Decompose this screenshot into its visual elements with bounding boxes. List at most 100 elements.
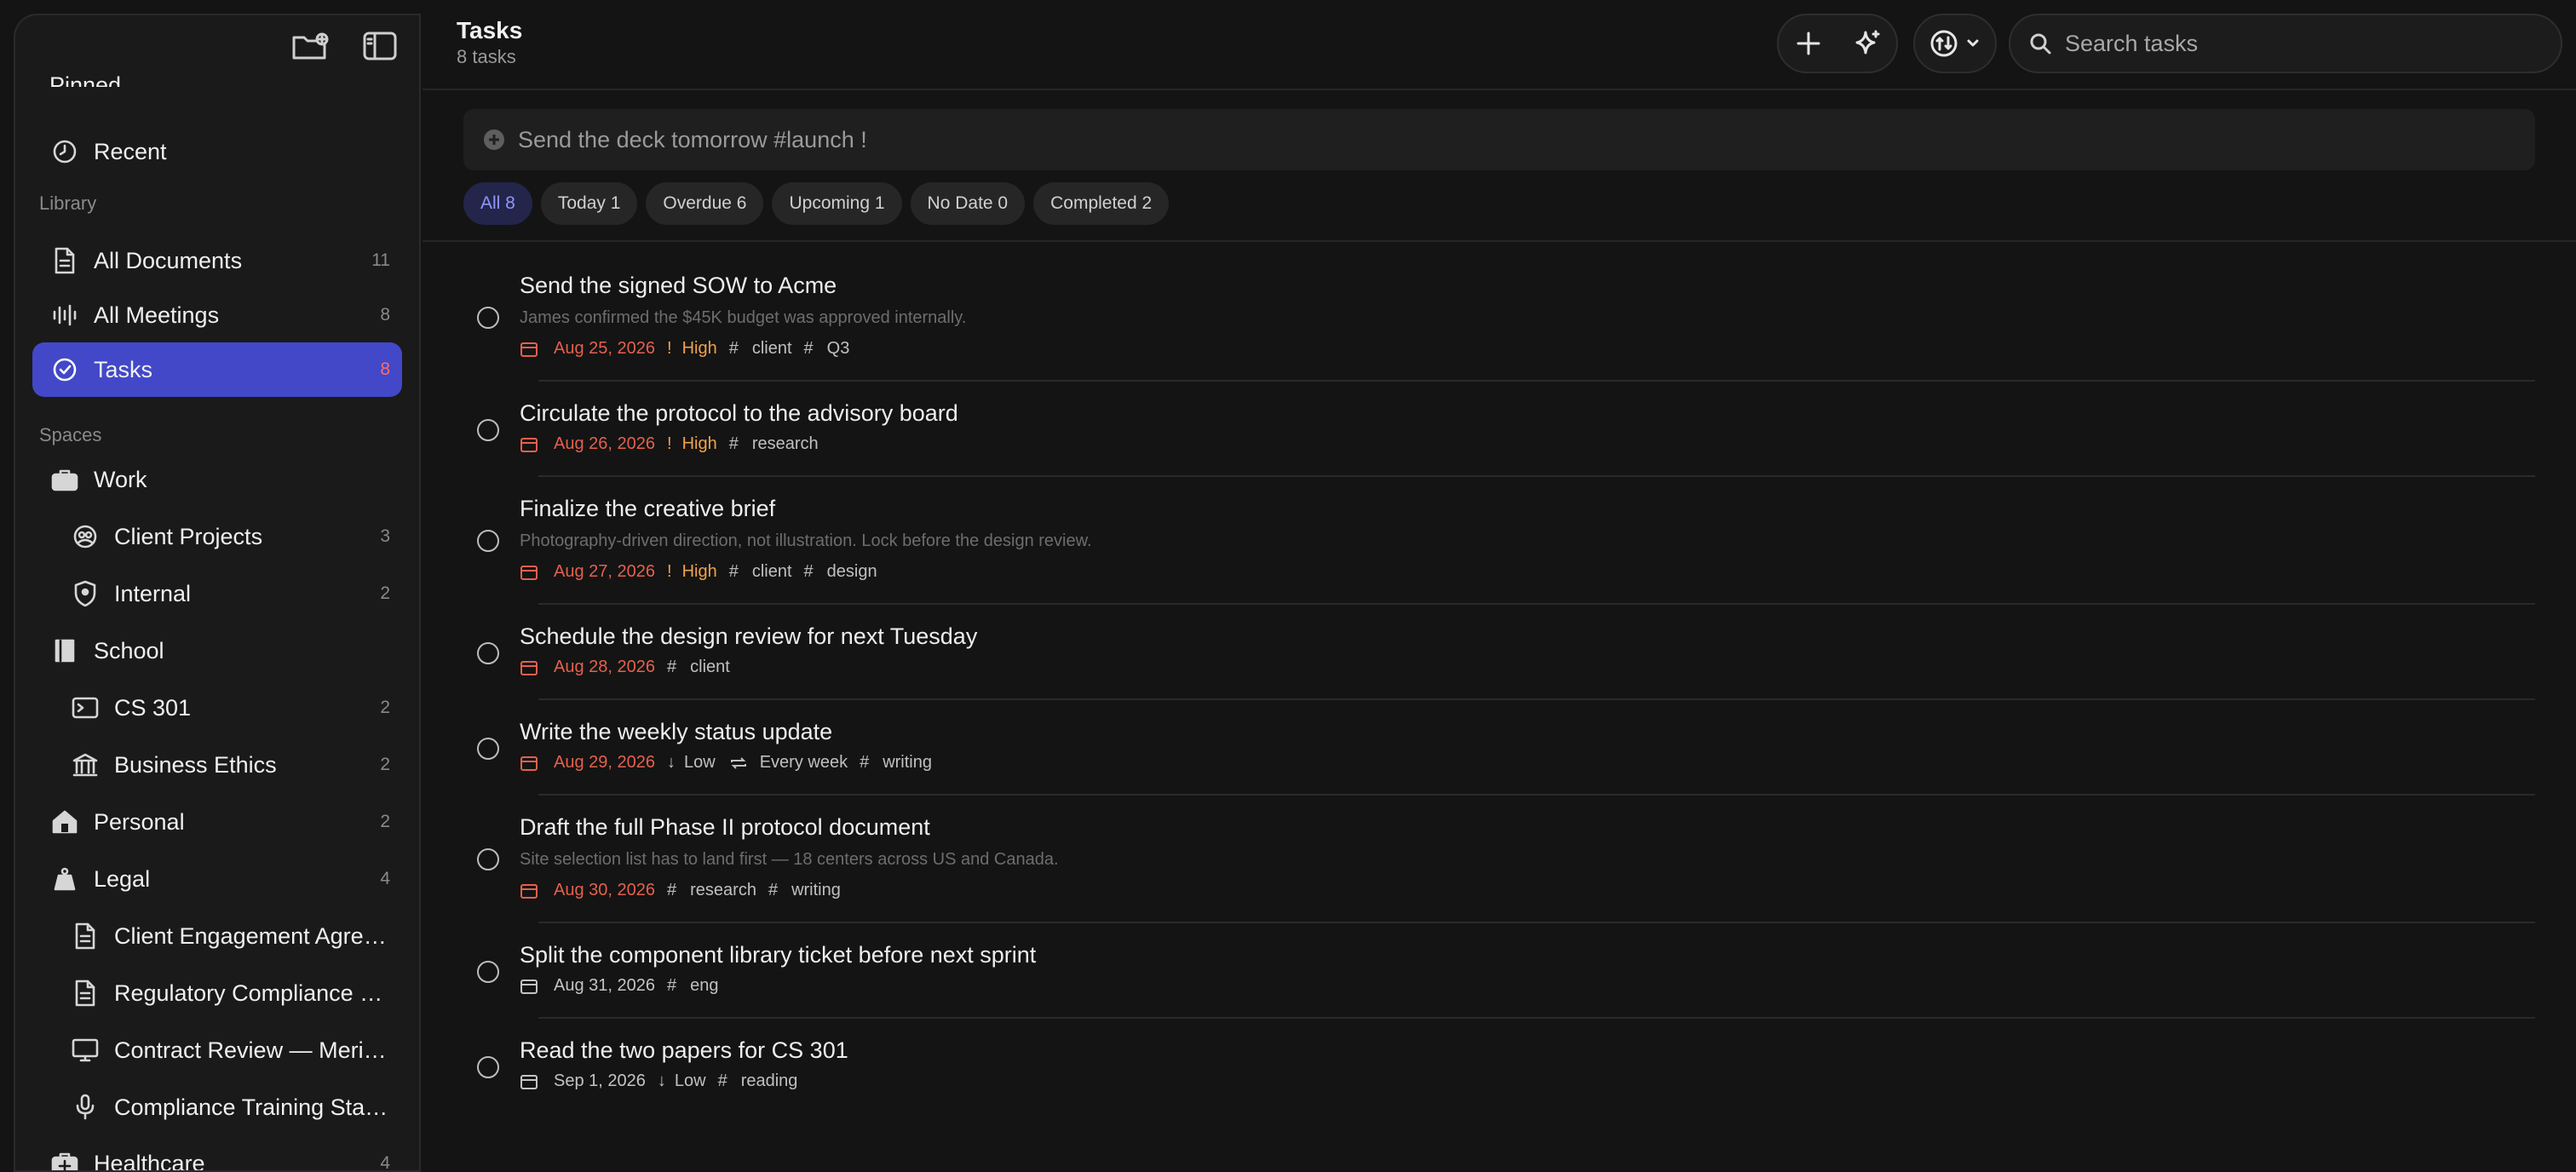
sidebar-item-label: Contract Review — Meridian [114, 1037, 395, 1064]
row-divider [538, 698, 2535, 700]
page-subtitle: 8 tasks [457, 46, 516, 68]
calendar-icon [520, 978, 538, 995]
priority-icon: ! [667, 562, 672, 582]
hashtag-icon: # [667, 658, 676, 677]
add-icon[interactable] [1790, 25, 1827, 62]
calendar-icon [520, 659, 538, 676]
task-title: Circulate the protocol to the advisory b… [520, 400, 958, 427]
sidebar-item-cs-301[interactable]: CS 301 2 [32, 681, 402, 735]
chevron-down-icon [1964, 25, 1982, 62]
quick-add-input[interactable]: Send the deck tomorrow #launch ! [463, 109, 2535, 170]
calendar-icon [520, 341, 538, 358]
sidebar-item-client-engagement[interactable]: Client Engagement Agreement [32, 909, 402, 963]
task-checkbox[interactable] [477, 419, 499, 441]
document-icon [70, 921, 101, 951]
task-meta: Aug 26, 2026 ! High # research [520, 434, 819, 454]
weight-icon [49, 864, 80, 894]
task-checkbox[interactable] [477, 738, 499, 760]
item-count: 11 [371, 250, 390, 271]
task-checkbox[interactable] [477, 642, 499, 664]
search-icon [2027, 25, 2053, 62]
task-tag[interactable]: research [752, 434, 819, 454]
task-tag[interactable]: client [752, 562, 792, 582]
microphone-icon [70, 1092, 101, 1123]
search-box [2009, 14, 2562, 73]
task-meta: Aug 30, 2026 # research # writing [520, 881, 841, 900]
task-checkbox[interactable] [477, 1056, 499, 1078]
section-head-spaces: Spaces [39, 424, 101, 446]
task-tag[interactable]: client [690, 658, 730, 677]
document-icon [49, 245, 80, 276]
sidebar-item-work[interactable]: Work [32, 452, 402, 507]
item-count: 8 [380, 305, 390, 325]
sparkles-icon[interactable] [1849, 25, 1886, 62]
task-note: Photography-driven direction, not illust… [520, 531, 1092, 551]
task-meta: Aug 29, 2026 ↓ Low Every week # writing [520, 753, 932, 773]
sidebar-item-legal[interactable]: Legal 4 [32, 852, 402, 906]
medical-bag-icon [49, 1148, 80, 1172]
filter-chips: All 8 Today 1 Overdue 6 Upcoming 1 No Da… [463, 182, 1169, 225]
sidebar-item-label: Tasks [94, 357, 152, 383]
task-tag[interactable]: design [827, 562, 877, 582]
sidebar-item-all-documents[interactable]: All Documents 11 [32, 233, 402, 288]
sort-button[interactable] [1913, 14, 1997, 73]
sidebar-item-label: Recent [94, 139, 167, 165]
filter-chip-upcoming[interactable]: Upcoming 1 [772, 182, 901, 225]
task-due-date: Aug 28, 2026 [554, 658, 655, 677]
task-title: Write the weekly status update [520, 719, 832, 745]
priority-icon: ! [667, 339, 672, 359]
task-tag[interactable]: Q3 [827, 339, 850, 359]
search-input[interactable] [2063, 30, 2527, 58]
item-count: 3 [380, 526, 390, 547]
task-meta: Aug 27, 2026 ! High # client # design [520, 562, 877, 582]
hashtag-icon: # [729, 434, 739, 454]
task-note: Site selection list has to land first — … [520, 850, 1059, 870]
sidebar-item-contract-review[interactable]: Contract Review — Meridian [32, 1023, 402, 1077]
sidebar-item-compliance-training[interactable]: Compliance Training Standards [32, 1080, 402, 1135]
sidebar-item-regulatory-compliance[interactable]: Regulatory Compliance Checklist [32, 966, 402, 1020]
sidebar-item-label: Healthcare [94, 1151, 205, 1172]
sidebar-item-label: Pinned [49, 72, 121, 87]
sidebar-item-label: School [94, 638, 164, 664]
sidebar-item-label: All Meetings [94, 302, 219, 329]
divider [423, 240, 2576, 242]
task-tag[interactable]: reading [741, 1071, 798, 1091]
row-divider [538, 1017, 2535, 1019]
sidebar-item-label: Regulatory Compliance Checklist [114, 980, 395, 1007]
sidebar-item-pinned[interactable]: Pinned [32, 53, 402, 87]
task-due-date: Aug 29, 2026 [554, 753, 655, 773]
sidebar-item-personal[interactable]: Personal 2 [32, 795, 402, 849]
sidebar-item-tasks[interactable]: Tasks 8 [32, 342, 402, 397]
arrow-down-icon: ↓ [667, 753, 676, 773]
filter-chip-overdue[interactable]: Overdue 6 [646, 182, 763, 225]
row-divider [538, 794, 2535, 796]
task-title: Split the component library ticket befor… [520, 942, 1036, 968]
task-checkbox[interactable] [477, 530, 499, 552]
task-tag[interactable]: writing [791, 881, 841, 900]
task-tag[interactable]: client [752, 339, 792, 359]
task-tag[interactable]: eng [690, 976, 718, 996]
sidebar-item-school[interactable]: School [32, 623, 402, 678]
sidebar-item-all-meetings[interactable]: All Meetings 8 [32, 288, 402, 342]
filter-chip-completed[interactable]: Completed 2 [1033, 182, 1169, 225]
task-checkbox[interactable] [477, 848, 499, 870]
task-checkbox[interactable] [477, 961, 499, 983]
book-icon [49, 635, 80, 666]
sidebar-item-healthcare[interactable]: Healthcare 4 [32, 1136, 402, 1172]
task-due-date: Aug 31, 2026 [554, 976, 655, 996]
plus-circle-icon [482, 128, 506, 152]
sidebar-item-business-ethics[interactable]: Business Ethics 2 [32, 738, 402, 792]
sidebar-item-internal[interactable]: Internal 2 [32, 566, 402, 621]
task-title: Read the two papers for CS 301 [520, 1037, 848, 1064]
sidebar-item-label: Personal [94, 809, 185, 836]
bank-icon [70, 750, 101, 780]
sidebar-item-recent[interactable]: Recent [32, 124, 402, 179]
task-checkbox[interactable] [477, 307, 499, 329]
sidebar-item-client-projects[interactable]: Client Projects 3 [32, 509, 402, 564]
filter-chip-today[interactable]: Today 1 [541, 182, 638, 225]
task-tag[interactable]: writing [883, 753, 932, 773]
filter-chip-all[interactable]: All 8 [463, 182, 532, 225]
filter-chip-no-date[interactable]: No Date 0 [911, 182, 1026, 225]
task-tag[interactable]: research [690, 881, 756, 900]
calendar-icon [520, 1073, 538, 1090]
